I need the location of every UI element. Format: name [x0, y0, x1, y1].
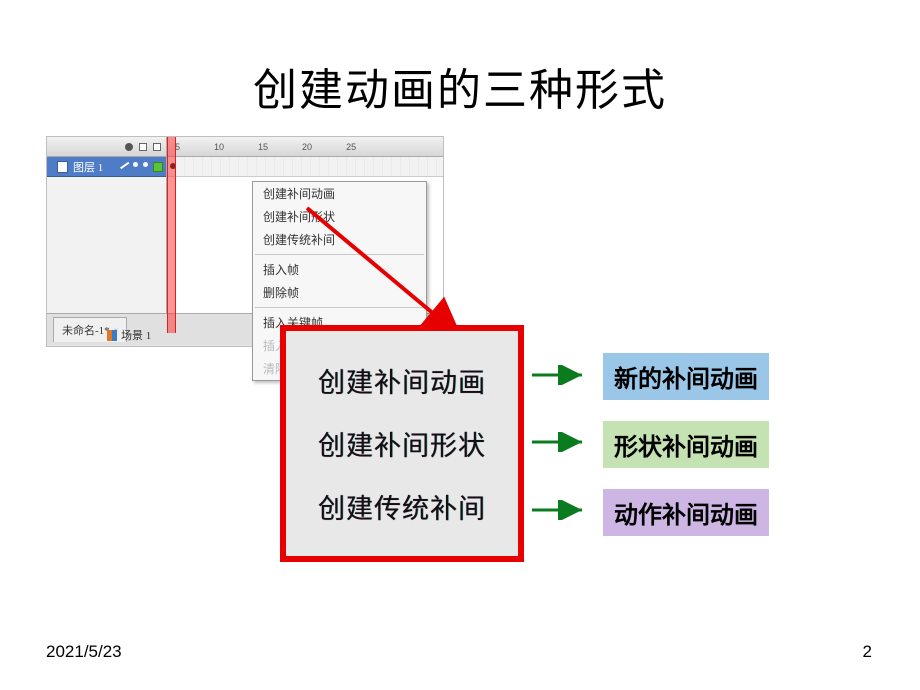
lock-icon	[139, 143, 147, 151]
dot-icon	[133, 162, 138, 167]
outline-icon	[153, 143, 161, 151]
footer-page-number: 2	[863, 642, 872, 662]
green-arrow-icon	[530, 365, 590, 385]
ruler-tick: 10	[214, 142, 224, 152]
pencil-icon	[120, 161, 129, 168]
tag-shape-tween: 形状补间动画	[603, 421, 769, 468]
layer-status-dots	[118, 162, 166, 172]
playhead-icon	[167, 137, 176, 333]
layer-color-swatch	[153, 162, 163, 172]
tag-new-motion-tween: 新的补间动画	[603, 353, 769, 400]
layer-name: 图层 1	[73, 159, 103, 175]
layer-track[interactable]	[167, 157, 443, 177]
highlight-item-motion: 创建补间动画	[286, 361, 518, 400]
layer-row[interactable]: 图层 1	[47, 157, 166, 177]
layer-list: 图层 1	[47, 157, 167, 313]
footer-date: 2021/5/23	[46, 642, 122, 662]
menu-item-create-classic-tween[interactable]: 创建传统补间	[253, 228, 426, 251]
menu-item-create-shape-tween[interactable]: 创建补间形状	[253, 205, 426, 228]
menu-separator	[255, 254, 424, 255]
scene-icon	[107, 330, 117, 341]
slide-title: 创建动画的三种形式	[0, 54, 920, 118]
layer-page-icon	[57, 161, 68, 173]
menu-item-insert-frame[interactable]: 插入帧	[253, 258, 426, 281]
timeline-header: 5 10 15 20 25	[47, 137, 443, 157]
layer-header-icons	[47, 137, 167, 157]
document-tab-label: 未命名-1*	[62, 322, 110, 338]
menu-item-create-motion-tween[interactable]: 创建补间动画	[253, 182, 426, 205]
tag-classic-motion-tween: 动作补间动画	[603, 489, 769, 536]
scene-tab-label: 场景 1	[121, 327, 151, 343]
dot-icon	[143, 162, 148, 167]
scene-tab[interactable]: 场景 1	[107, 326, 151, 344]
green-arrow-icon	[530, 500, 590, 520]
highlight-box: 创建补间动画 创建补间形状 创建传统补间	[280, 325, 524, 562]
highlight-item-classic: 创建传统补间	[286, 487, 518, 526]
ruler-tick: 25	[346, 142, 356, 152]
ruler-tick: 15	[258, 142, 268, 152]
menu-item-delete-frame[interactable]: 删除帧	[253, 281, 426, 304]
timeline-ruler: 5 10 15 20 25	[167, 142, 443, 152]
ruler-tick: 20	[302, 142, 312, 152]
menu-separator	[255, 307, 424, 308]
green-arrow-icon	[530, 432, 590, 452]
eye-icon	[125, 143, 133, 151]
highlight-item-shape: 创建补间形状	[286, 424, 518, 463]
